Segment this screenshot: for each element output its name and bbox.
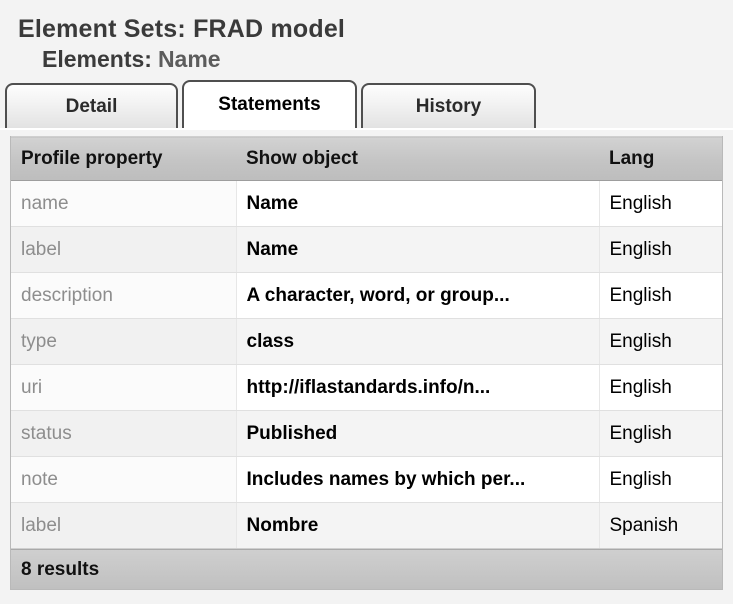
statements-table-container: Profile property Show object Lang name N…: [10, 136, 723, 590]
tab-bar: Detail Statements History: [0, 80, 733, 130]
cell-lang: English: [599, 456, 722, 503]
element-subtitle: Elements: Name: [0, 44, 733, 74]
table-row[interactable]: name Name English: [11, 180, 722, 227]
results-count-label: 8 results: [21, 558, 100, 580]
column-header-profile-property[interactable]: Profile property: [11, 136, 236, 181]
element-subtitle-label: Elements:: [42, 46, 152, 72]
cell-lang: Spanish: [599, 502, 722, 549]
cell-lang: English: [599, 180, 722, 227]
cell-show-object: Name: [236, 226, 600, 273]
table-row[interactable]: status Published English: [11, 410, 722, 457]
cell-show-object: class: [236, 318, 600, 365]
table-row[interactable]: note Includes names by which per... Engl…: [11, 456, 722, 503]
cell-profile-property: uri: [11, 364, 237, 411]
cell-profile-property: description: [11, 272, 237, 319]
cell-show-object: Nombre: [236, 502, 600, 549]
table-header-row: Profile property Show object Lang: [11, 136, 722, 181]
table-row[interactable]: uri http://iflastandards.info/n... Engli…: [11, 364, 722, 411]
cell-profile-property: label: [11, 502, 237, 549]
column-header-show-object[interactable]: Show object: [236, 136, 599, 181]
cell-lang: English: [599, 410, 722, 457]
tab-detail[interactable]: Detail: [5, 83, 178, 128]
tab-statements-label: Statements: [218, 94, 321, 115]
results-count-bar: 8 results: [11, 549, 722, 589]
cell-lang: English: [599, 364, 722, 411]
table-row[interactable]: description A character, word, or group.…: [11, 272, 722, 319]
cell-profile-property: name: [11, 180, 237, 227]
cell-lang: English: [599, 226, 722, 273]
column-header-lang[interactable]: Lang: [599, 136, 722, 181]
cell-show-object: A character, word, or group...: [236, 272, 600, 319]
cell-show-object: Name: [236, 180, 600, 227]
cell-profile-property: status: [11, 410, 237, 457]
statements-table: Profile property Show object Lang name N…: [11, 136, 722, 549]
tab-detail-label: Detail: [65, 95, 118, 117]
table-row[interactable]: label Name English: [11, 226, 722, 273]
page-title: Element Sets: FRAD model: [18, 15, 346, 43]
cell-show-object: http://iflastandards.info/n...: [236, 364, 600, 411]
cell-profile-property: type: [11, 318, 237, 365]
cell-show-object: Includes names by which per...: [236, 456, 600, 503]
cell-lang: English: [599, 272, 722, 319]
cell-profile-property: label: [11, 226, 237, 273]
table-row[interactable]: label Nombre Spanish: [11, 502, 722, 549]
table-body: name Name English label Name English des…: [11, 180, 722, 549]
table-row[interactable]: type class English: [11, 318, 722, 365]
tab-history-label: History: [415, 95, 482, 117]
element-subtitle-value: Name: [157, 46, 221, 72]
page-title-block: Element Sets: FRAD model Elements: Name: [0, 0, 733, 74]
element-sets-page: Element Sets: FRAD model Elements: Name D…: [0, 0, 733, 604]
tab-statements[interactable]: Statements: [182, 80, 357, 128]
cell-profile-property: note: [11, 456, 237, 503]
cell-lang: English: [599, 318, 722, 365]
table-header: Profile property Show object Lang: [11, 136, 722, 181]
cell-show-object: Published: [236, 410, 600, 457]
tab-history[interactable]: History: [361, 83, 536, 128]
